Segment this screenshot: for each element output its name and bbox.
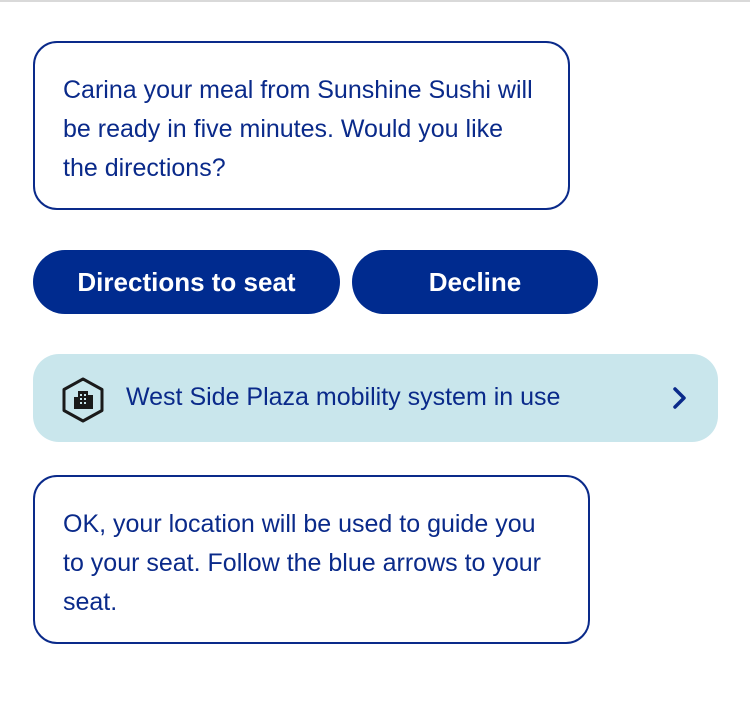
decline-button[interactable]: Decline: [352, 250, 598, 314]
decline-label: Decline: [428, 266, 522, 297]
location-notice-text: OK, your location will be used to guide …: [63, 510, 542, 616]
meal-ready-message: Carina your meal from Sunshine Sushi wil…: [33, 41, 570, 210]
top-divider: [0, 0, 750, 2]
meal-ready-text: Carina your meal from Sunshine Sushi wil…: [63, 76, 533, 182]
mobility-system-banner[interactable]: West Side Plaza mobility system in use: [33, 354, 718, 442]
chevron-right-icon: [673, 387, 686, 409]
mobility-system-text: West Side Plaza mobility system in use: [126, 383, 561, 411]
directions-to-seat-button[interactable]: Directions to seat: [33, 250, 340, 314]
location-notice-message: OK, your location will be used to guide …: [33, 475, 590, 644]
building-hexagon-icon: [62, 377, 104, 423]
directions-to-seat-label: Directions to seat: [77, 266, 296, 297]
